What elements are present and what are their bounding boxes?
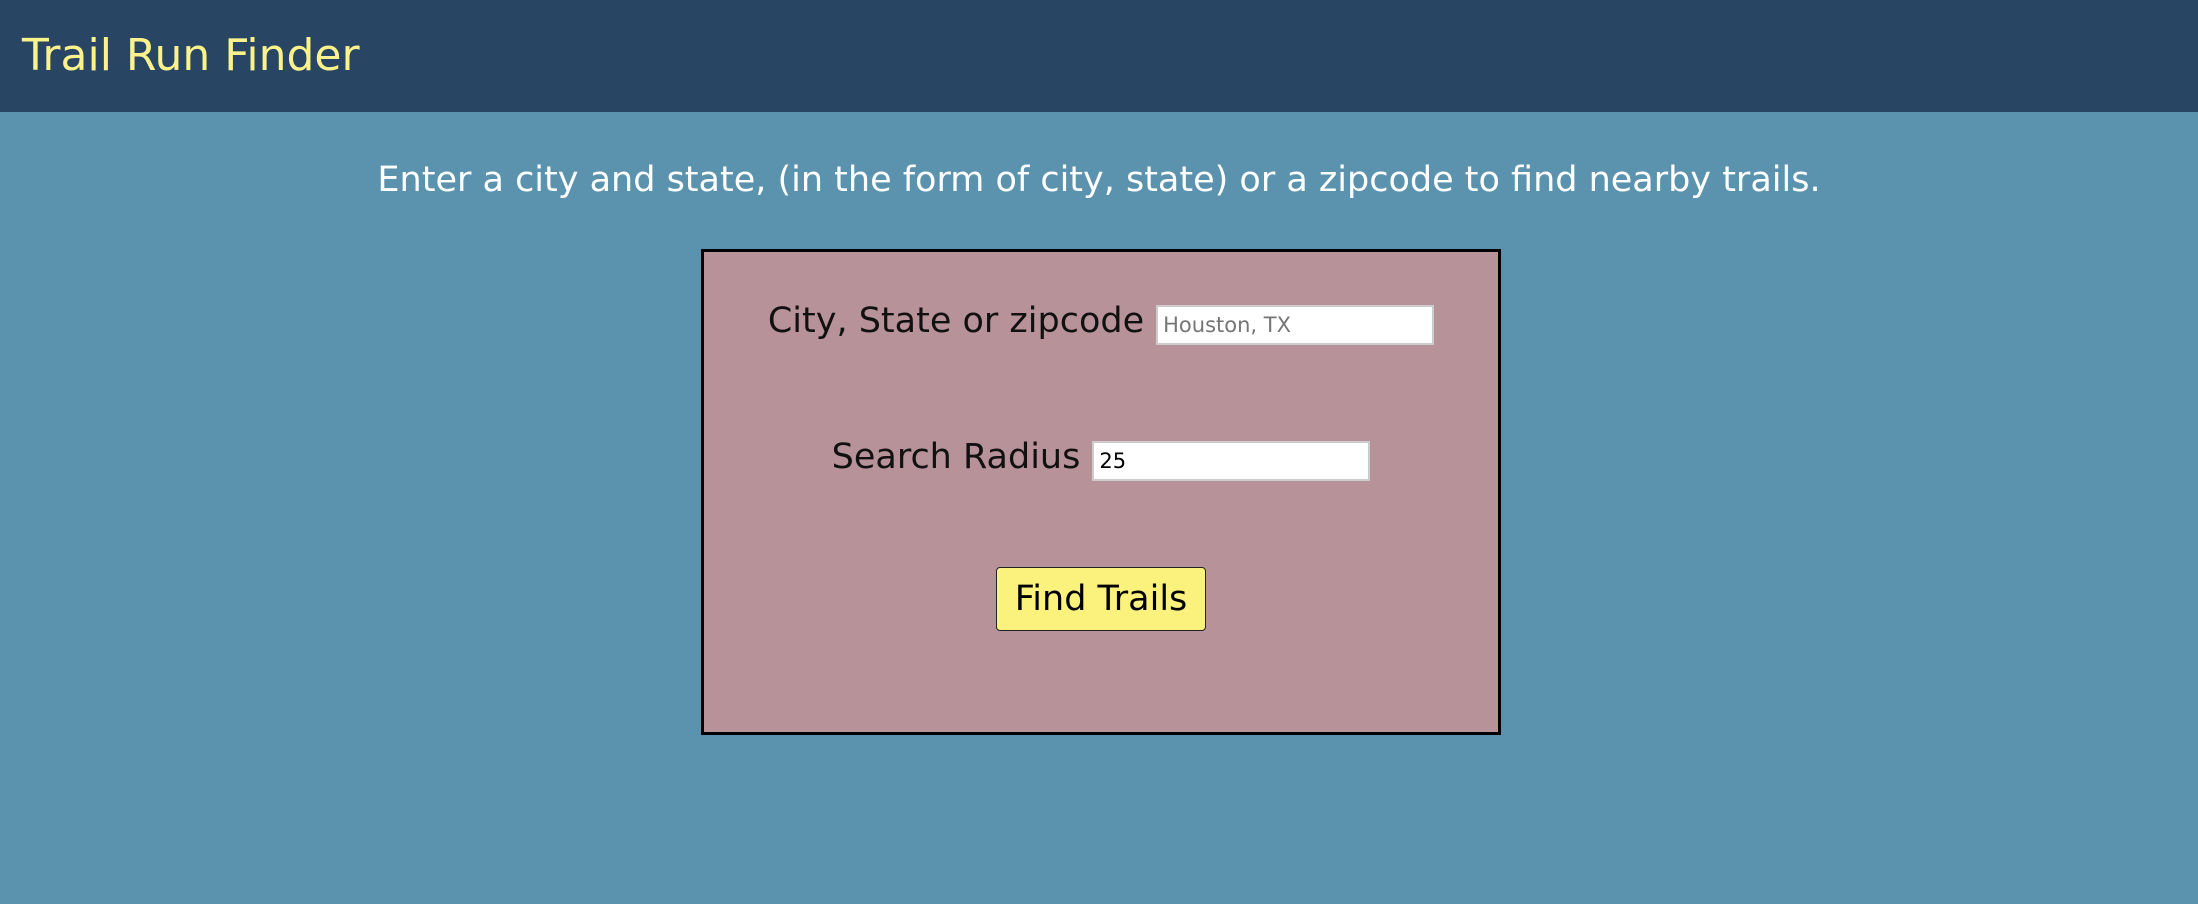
header-bar: Trail Run Finder <box>0 0 2198 112</box>
app-title: Trail Run Finder <box>22 30 360 81</box>
radius-row: Search Radius <box>704 437 1498 484</box>
location-row: City, State or zipcode <box>704 301 1498 348</box>
location-label: City, State or zipcode <box>767 301 1145 341</box>
instructions-text: Enter a city and state, (in the form of … <box>377 160 1821 200</box>
search-form: City, State or zipcode Search Radius Fin… <box>701 249 1501 735</box>
radius-input[interactable] <box>1092 441 1371 481</box>
find-trails-button[interactable]: Find Trails <box>996 567 1206 631</box>
radius-label: Search Radius <box>831 437 1081 477</box>
location-input[interactable] <box>1156 305 1435 345</box>
